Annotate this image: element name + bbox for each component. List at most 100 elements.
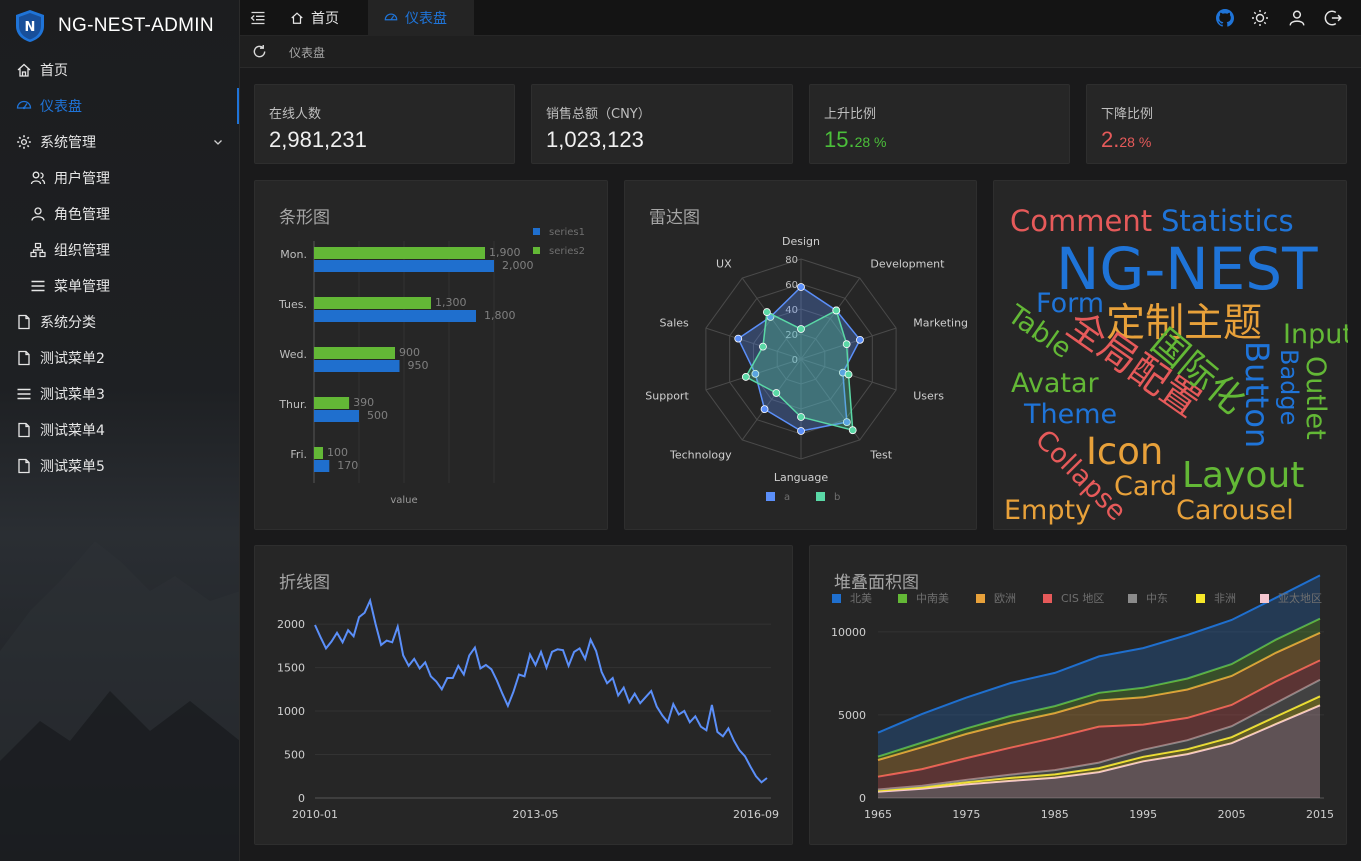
- tick-label: 60: [785, 280, 798, 291]
- breadcrumb: 仪表盘: [289, 46, 326, 60]
- stat-value: 1,023,123: [546, 127, 644, 152]
- tick-label: Tues.: [278, 298, 307, 311]
- home-icon: [17, 63, 31, 77]
- tick-label: Wed.: [280, 348, 307, 361]
- sun-theme-icon[interactable]: [1251, 9, 1269, 27]
- sidebar-item-test-menu-5[interactable]: 测试菜单5: [0, 448, 239, 484]
- sidebar-item-label: 系统管理: [40, 135, 96, 151]
- bar-chart-card: 条形图 Mon. 1,900 2,000 Tues. 1,300 1,800 Wed. 900…: [254, 180, 608, 530]
- brand[interactable]: N NG-NEST-ADMIN: [14, 8, 214, 44]
- radar-point-b: [759, 342, 767, 351]
- word: Empty: [1004, 495, 1091, 526]
- legend-marker: [766, 492, 775, 501]
- menu-icon: [31, 280, 45, 292]
- word-cloud-card: NG-NEST Comment Statistics Form 定制主题 Table 全局配…: [993, 180, 1348, 530]
- bar-series2: [314, 397, 350, 409]
- word-cloud: NG-NESTComment StatisticsForm 定制主题Table全局配…: [1001, 204, 1348, 527]
- sidebar-item-test-menu-2[interactable]: 测试菜单2: [0, 340, 239, 376]
- stat-label: 在线人数: [269, 107, 322, 122]
- stacked-area-chart-card: 堆叠面积图 0 5000 10000 1965 1975 1985 1995 2005 2015…: [809, 545, 1347, 845]
- chevron-down-icon[interactable]: [212, 136, 224, 148]
- indicator-label: Development: [870, 258, 945, 271]
- radar-point-b: [842, 340, 851, 349]
- data-label: 170: [337, 459, 358, 472]
- sidebar-item-home[interactable]: 首页: [0, 52, 239, 88]
- legend-label: 欧洲: [994, 592, 1016, 605]
- legend-marker: [816, 492, 825, 501]
- indicator-label: Support: [645, 389, 689, 402]
- sidebar-item-label: 测试菜单2: [40, 351, 105, 367]
- word: Input: [1283, 319, 1348, 350]
- stat-card-online-users: 在线人数 2,981,231: [254, 84, 515, 164]
- file-icon: [18, 422, 30, 438]
- file-icon: [18, 458, 30, 474]
- tick-label: 1985: [1041, 808, 1069, 821]
- bar-series1: [314, 360, 400, 372]
- legend-marker: [976, 594, 985, 603]
- tick-label: 1995: [1129, 808, 1157, 821]
- legend-label: 北美: [850, 592, 872, 605]
- menu-fold-icon[interactable]: [250, 10, 266, 26]
- sidebar-item-test-menu-4[interactable]: 测试菜单4: [0, 412, 239, 448]
- tick-label: 1000: [277, 705, 305, 718]
- sidebar-item-label: 测试菜单4: [40, 423, 105, 439]
- stat-card-rise-ratio: 上升比例 15.28 %: [809, 84, 1070, 164]
- legend-marker: [1043, 594, 1052, 603]
- sidebar-item-label: 组织管理: [54, 243, 110, 259]
- sidebar-item-label: 角色管理: [54, 207, 110, 223]
- tab-home[interactable]: 首页: [278, 0, 368, 36]
- stat-value: 2.28 %: [1101, 127, 1151, 153]
- legend-label: a: [784, 492, 790, 503]
- svg-text:N: N: [25, 20, 36, 35]
- indicator-label: Language: [774, 471, 829, 484]
- logout-icon[interactable]: [1324, 9, 1342, 27]
- sidebar-item-system-category[interactable]: 系统分类: [0, 304, 239, 340]
- tab-dashboard[interactable]: 仪表盘: [368, 0, 474, 36]
- indicator-label: Sales: [659, 317, 689, 330]
- sidebar: N NG-NEST-ADMIN 首页 仪表盘 系统管理 用户管理 角色管理 组织…: [0, 0, 240, 861]
- stat-value: 15.28 %: [824, 127, 887, 153]
- brand-shield-icon: N: [16, 10, 44, 42]
- legend-label: 亚太地区: [1278, 592, 1322, 605]
- tick-label: Mon.: [280, 248, 307, 261]
- bar-chart: Mon. 1,9002,000 Tues. 1,300 1,800 Wed. 900950 T…: [278, 227, 585, 506]
- sidebar-item-test-menu-3[interactable]: 测试菜单3: [0, 376, 239, 412]
- sidebar-item-dashboard[interactable]: 仪表盘: [0, 88, 239, 124]
- legend-label: 非洲: [1214, 592, 1236, 605]
- refresh-icon[interactable]: [252, 44, 267, 59]
- bar-series1: [314, 410, 359, 422]
- sidebar-item-label: 菜单管理: [54, 279, 110, 295]
- user-group-icon: [30, 171, 46, 185]
- stat-value: 2,981,231: [269, 127, 367, 152]
- app-title: NG-NEST-ADMIN: [58, 15, 214, 36]
- sidebar-item-role-management[interactable]: 角色管理: [0, 196, 239, 232]
- sidebar-item-label: 系统分类: [40, 315, 96, 331]
- legend-label: CIS 地区: [1061, 592, 1104, 605]
- sidebar-item-system-management[interactable]: 系统管理: [0, 124, 239, 160]
- stat-value-int: 2.: [1101, 127, 1120, 152]
- stat-value-int: 15.: [824, 127, 855, 152]
- user-icon: [31, 207, 45, 221]
- radar-chart: 020406080DesignDevelopmentMarketingUsers…: [645, 235, 968, 503]
- radar-point-b: [832, 306, 841, 315]
- sidebar-item-label: 首页: [40, 63, 68, 79]
- menu-icon: [17, 388, 31, 400]
- github-icon[interactable]: [1216, 9, 1234, 27]
- sidebar-item-menu-management[interactable]: 菜单管理: [0, 268, 239, 304]
- data-label: 1,300: [435, 296, 467, 309]
- indicator-label: Design: [782, 235, 820, 248]
- radar-point-b: [741, 373, 750, 381]
- word: Comment: [1010, 204, 1152, 238]
- sidebar-item-user-management[interactable]: 用户管理: [0, 160, 239, 196]
- stacked-area-chart: 0 5000 10000 1965 1975 1985 1995 2005 2015 北美 中南美 欧…: [831, 574, 1334, 821]
- stat-value-dec: 28 %: [854, 134, 887, 150]
- mountain-background-image: [0, 541, 239, 861]
- sidebar-item-org-management[interactable]: 组织管理: [0, 232, 239, 268]
- sidebar-item-label: 仪表盘: [40, 99, 82, 115]
- data-label: 390: [353, 396, 374, 409]
- radar-point-b: [763, 308, 771, 316]
- user-icon[interactable]: [1288, 9, 1306, 27]
- stat-label: 下降比例: [1101, 107, 1154, 122]
- gear-icon: [17, 135, 31, 149]
- top-bar: 首页 仪表盘: [240, 0, 1361, 36]
